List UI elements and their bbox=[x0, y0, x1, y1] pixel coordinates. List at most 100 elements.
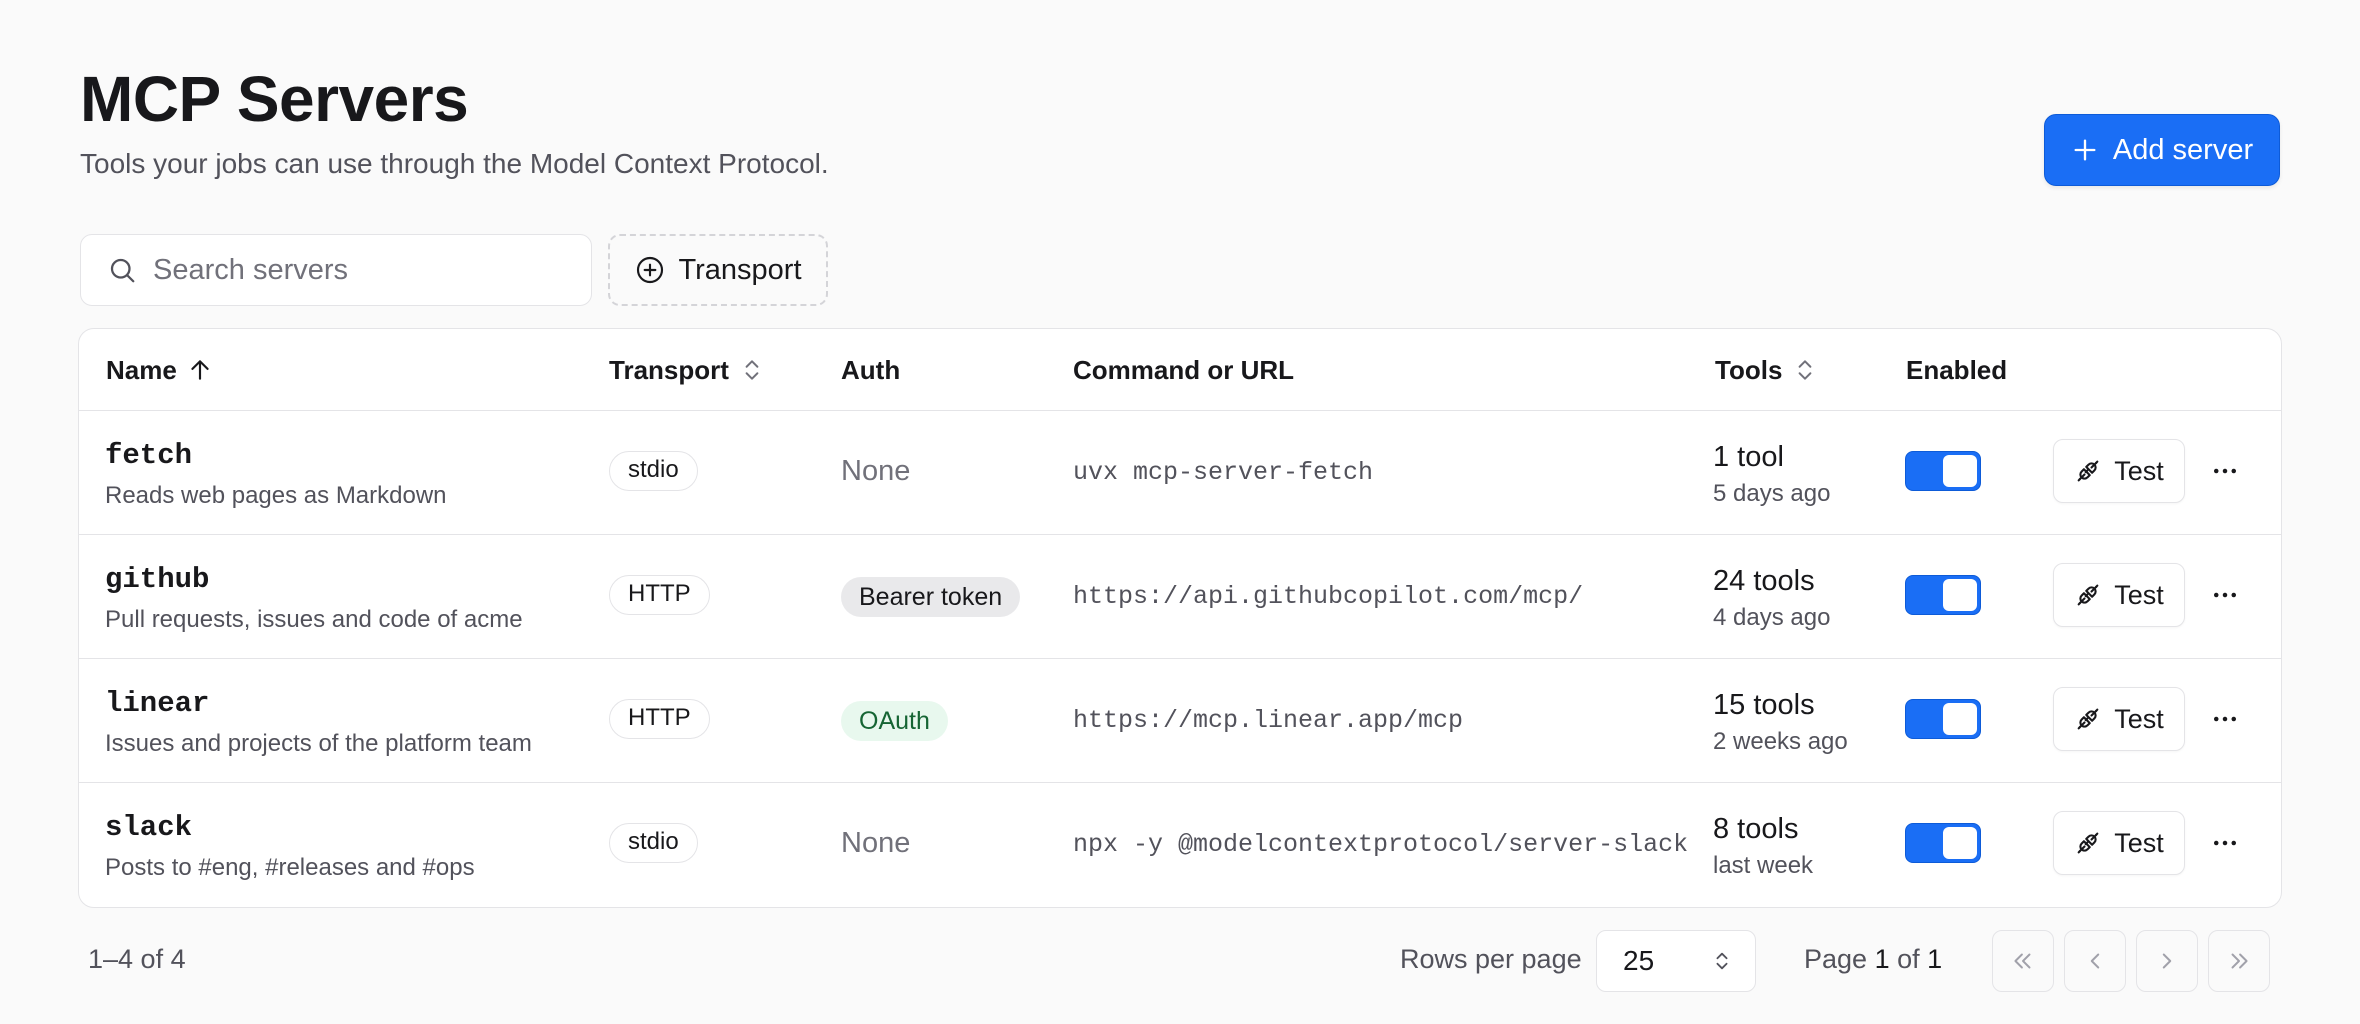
server-cell: github Pull requests, issues and code of… bbox=[105, 563, 523, 634]
column-header-transport-label: Transport bbox=[609, 354, 729, 385]
auth-badge: Bearer token bbox=[841, 577, 1021, 617]
enabled-cell bbox=[1905, 699, 1981, 739]
transport-cell: HTTP bbox=[609, 575, 710, 615]
plug-icon bbox=[2077, 460, 2099, 482]
auth-cell: OAuth bbox=[841, 701, 948, 741]
tools-count: 8 tools bbox=[1713, 813, 1799, 845]
page-subtitle: Tools your jobs can use through the Mode… bbox=[80, 148, 829, 179]
command-value: uvx mcp-server-fetch bbox=[1073, 458, 1374, 487]
page-total: 1 bbox=[1927, 944, 1943, 974]
transport-filter-button[interactable]: Transport bbox=[608, 234, 828, 306]
column-header-auth: Auth bbox=[841, 329, 900, 411]
test-button-label: Test bbox=[2114, 455, 2164, 486]
auth-cell: None bbox=[841, 827, 910, 860]
more-actions-button[interactable] bbox=[2203, 821, 2247, 865]
chevron-right-icon bbox=[2162, 953, 2172, 969]
chevrons-left-icon bbox=[2014, 953, 2031, 969]
tools-count: 24 tools bbox=[1713, 565, 1815, 597]
enabled-toggle[interactable] bbox=[1905, 823, 1981, 863]
transport-badge: HTTP bbox=[609, 575, 710, 615]
command-cell: uvx mcp-server-fetch bbox=[1073, 458, 1373, 487]
search-input[interactable] bbox=[153, 253, 553, 287]
server-name: linear bbox=[105, 687, 210, 720]
command-cell: https://mcp.linear.app/mcp bbox=[1073, 706, 1463, 735]
result-count: 1–4 of 4 bbox=[88, 944, 186, 974]
tools-count: 1 tool bbox=[1713, 441, 1784, 473]
plug-icon bbox=[2077, 832, 2099, 854]
more-horizontal-icon bbox=[2214, 592, 2236, 598]
chevron-left-icon bbox=[2090, 953, 2100, 969]
column-header-transport[interactable]: Transport bbox=[609, 329, 765, 411]
test-button-label: Test bbox=[2114, 827, 2164, 858]
add-server-button[interactable]: Add server bbox=[2044, 114, 2280, 186]
rows-per-page-select[interactable]: 25 bbox=[1596, 930, 1756, 992]
enabled-toggle[interactable] bbox=[1905, 699, 1981, 739]
column-header-tools-label: Tools bbox=[1715, 354, 1783, 385]
column-header-name[interactable]: Name bbox=[106, 329, 213, 411]
arrow-up-icon bbox=[191, 360, 209, 380]
page-label: Page bbox=[1804, 944, 1868, 974]
server-name: slack bbox=[105, 811, 193, 844]
server-description: Pull requests, issues and code of acme bbox=[105, 606, 523, 633]
tools-cell: 1 tool 5 days ago bbox=[1713, 441, 1830, 508]
test-button-label: Test bbox=[2114, 703, 2164, 734]
command-value: https://mcp.linear.app/mcp bbox=[1073, 706, 1464, 735]
transport-cell: stdio bbox=[609, 823, 698, 863]
actions-cell: Test bbox=[2053, 439, 2185, 503]
more-actions-button[interactable] bbox=[2203, 449, 2247, 493]
auth-cell: None bbox=[841, 455, 910, 488]
previous-page-button[interactable] bbox=[2064, 930, 2126, 992]
auth-badge: OAuth bbox=[841, 701, 948, 741]
tools-updated: last week bbox=[1713, 852, 1814, 879]
column-header-name-label: Name bbox=[106, 354, 177, 385]
table-row[interactable]: fetch Reads web pages as Markdown stdio … bbox=[79, 411, 2281, 535]
page-title: MCP Servers bbox=[80, 63, 469, 135]
last-page-button[interactable] bbox=[2208, 930, 2270, 992]
column-header-enabled-label: Enabled bbox=[1906, 354, 2008, 385]
server-cell: slack Posts to #eng, #releases and #ops bbox=[105, 811, 475, 882]
table-row[interactable]: linear Issues and projects of the platfo… bbox=[79, 659, 2281, 783]
auth-value: None bbox=[841, 827, 911, 859]
plug-icon bbox=[2077, 584, 2099, 606]
page-indicator: Page 1 of 1 bbox=[1804, 944, 1942, 975]
enabled-cell bbox=[1905, 451, 1981, 491]
server-cell: fetch Reads web pages as Markdown bbox=[105, 439, 447, 510]
more-actions-button[interactable] bbox=[2203, 573, 2247, 617]
search-box[interactable] bbox=[80, 234, 592, 306]
auth-value: None bbox=[841, 455, 911, 487]
column-header-command-label: Command or URL bbox=[1073, 354, 1294, 385]
more-cell bbox=[2203, 449, 2247, 493]
test-button[interactable]: Test bbox=[2053, 563, 2185, 627]
servers-table: Name Transport Auth Command or URL Tools… bbox=[78, 328, 2282, 908]
toggle-knob bbox=[1943, 703, 1977, 735]
enabled-cell bbox=[1905, 575, 1981, 615]
enabled-toggle[interactable] bbox=[1905, 451, 1981, 491]
actions-cell: Test bbox=[2053, 687, 2185, 751]
test-button[interactable]: Test bbox=[2053, 439, 2185, 503]
test-button[interactable]: Test bbox=[2053, 811, 2185, 875]
table-row[interactable]: github Pull requests, issues and code of… bbox=[79, 535, 2281, 659]
first-page-button[interactable] bbox=[1992, 930, 2054, 992]
rows-per-page-label: Rows per page bbox=[1400, 944, 1582, 974]
column-header-auth-label: Auth bbox=[841, 354, 901, 385]
server-description: Issues and projects of the platform team bbox=[105, 730, 532, 757]
command-cell: npx -y @modelcontextprotocol/server-slac… bbox=[1073, 830, 1688, 859]
tools-updated: 4 days ago bbox=[1713, 604, 1831, 631]
sort-icon bbox=[1799, 360, 1812, 380]
column-header-enabled: Enabled bbox=[1906, 329, 2007, 411]
search-icon bbox=[110, 258, 135, 283]
sort-icon bbox=[745, 360, 759, 380]
server-name: fetch bbox=[105, 439, 193, 472]
test-button[interactable]: Test bbox=[2053, 687, 2185, 751]
server-description: Reads web pages as Markdown bbox=[105, 482, 447, 509]
column-header-tools[interactable]: Tools bbox=[1715, 329, 1818, 411]
table-header: Name Transport Auth Command or URL Tools… bbox=[79, 329, 2281, 411]
next-page-button[interactable] bbox=[2136, 930, 2198, 992]
chevrons-right-icon bbox=[2231, 953, 2248, 969]
command-cell: https://api.githubcopilot.com/mcp/ bbox=[1073, 582, 1583, 611]
more-actions-button[interactable] bbox=[2203, 697, 2247, 741]
command-value: https://api.githubcopilot.com/mcp/ bbox=[1073, 582, 1584, 611]
table-row[interactable]: slack Posts to #eng, #releases and #ops … bbox=[79, 783, 2281, 907]
enabled-toggle[interactable] bbox=[1905, 575, 1981, 615]
actions-cell: Test bbox=[2053, 811, 2185, 875]
